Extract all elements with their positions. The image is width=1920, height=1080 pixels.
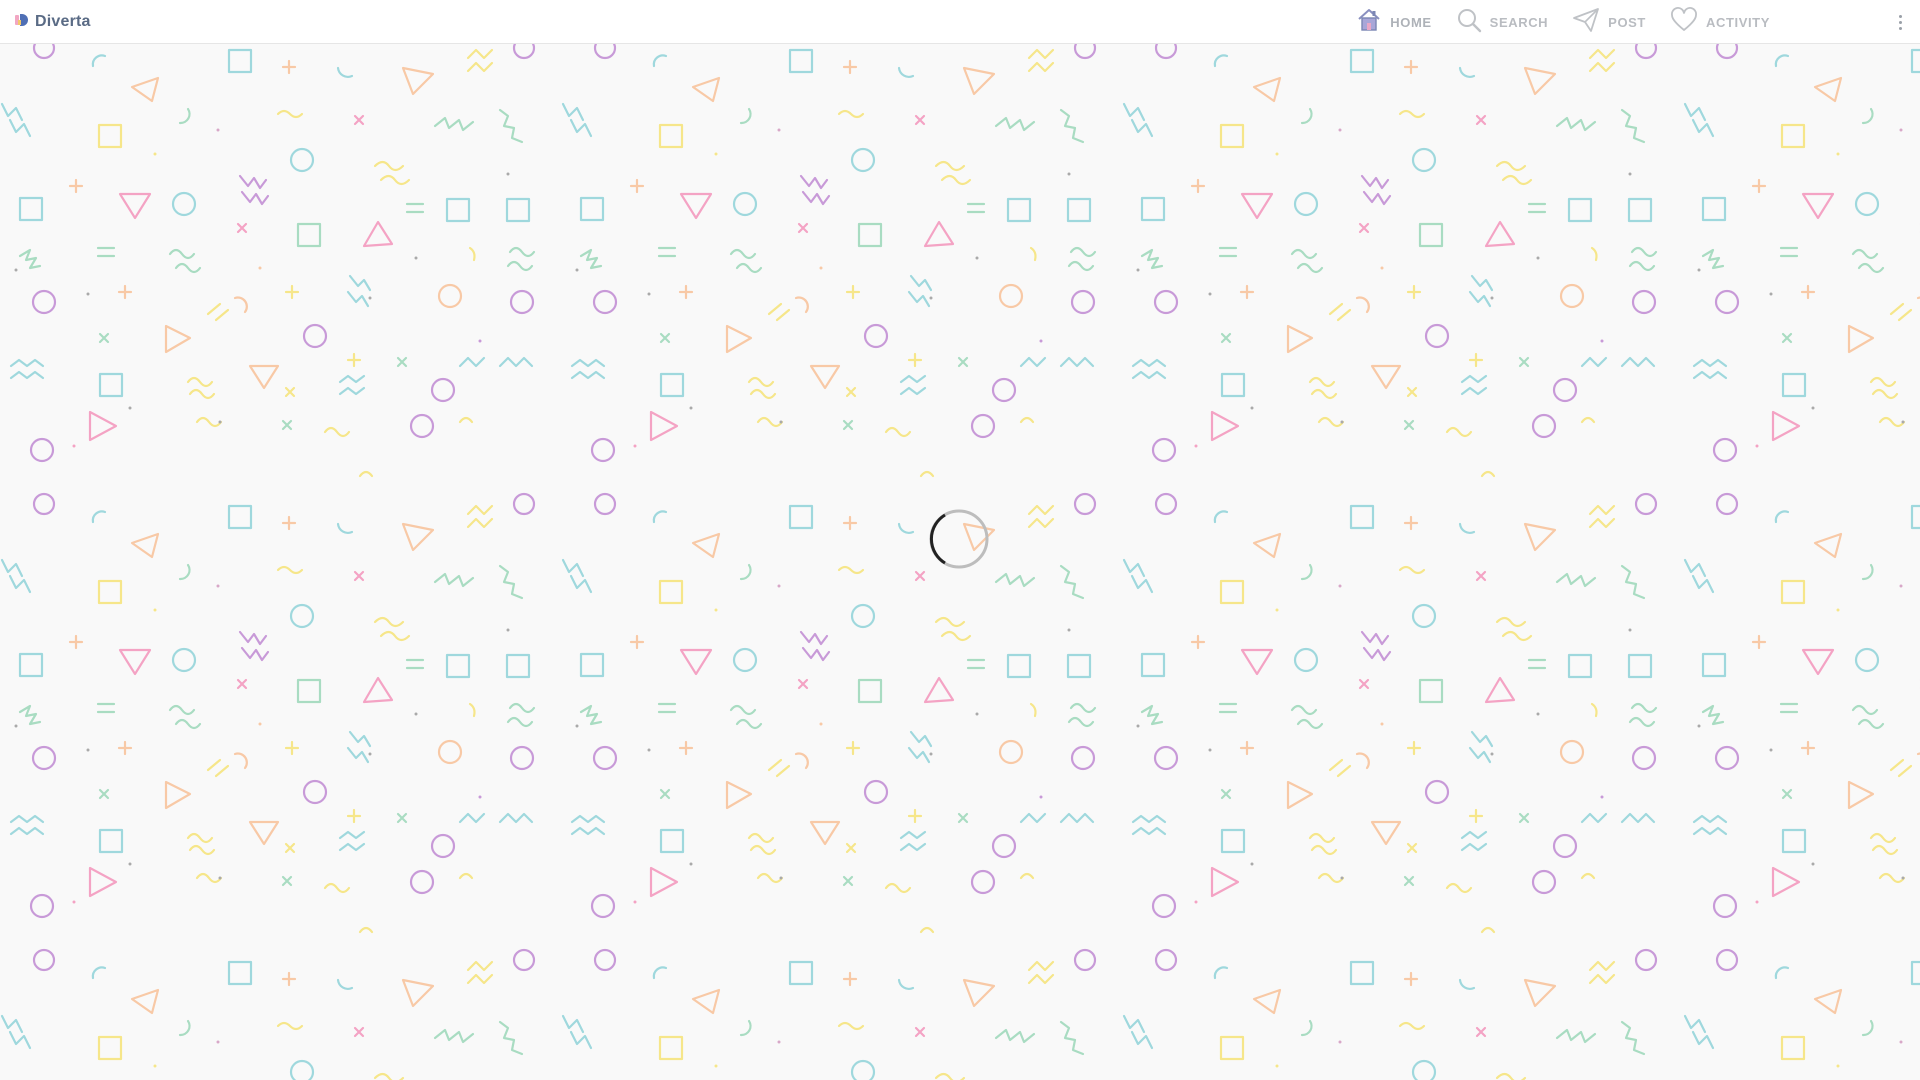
brand[interactable]: Diverta xyxy=(14,0,91,44)
search-icon xyxy=(1456,7,1482,38)
brand-name: Diverta xyxy=(35,13,91,30)
spinner-icon xyxy=(929,509,989,569)
logo-icon xyxy=(14,12,30,33)
nav-activity[interactable]: ACTIVITY xyxy=(1670,0,1770,44)
nav-activity-label: ACTIVITY xyxy=(1705,14,1770,30)
nav-post-label: POST xyxy=(1608,14,1646,30)
nav-home-label: HOME xyxy=(1390,14,1432,30)
nav-search[interactable]: SEARCH xyxy=(1456,0,1549,44)
nav-post[interactable]: POST xyxy=(1572,0,1646,44)
nav-search-label: SEARCH xyxy=(1489,14,1549,30)
top-navigation-bar: Diverta HOME SEARCH POST ACTIVITY xyxy=(0,0,1920,44)
main-nav: HOME SEARCH POST ACTIVITY xyxy=(1356,0,1770,44)
more-vertical-icon[interactable] xyxy=(1894,0,1906,44)
paper-plane-icon xyxy=(1572,7,1600,38)
heart-icon xyxy=(1670,6,1698,38)
nav-home[interactable]: HOME xyxy=(1356,0,1431,44)
app-root: Diverta HOME SEARCH POST ACTIVITY xyxy=(0,0,1920,1080)
home-icon xyxy=(1356,7,1382,38)
